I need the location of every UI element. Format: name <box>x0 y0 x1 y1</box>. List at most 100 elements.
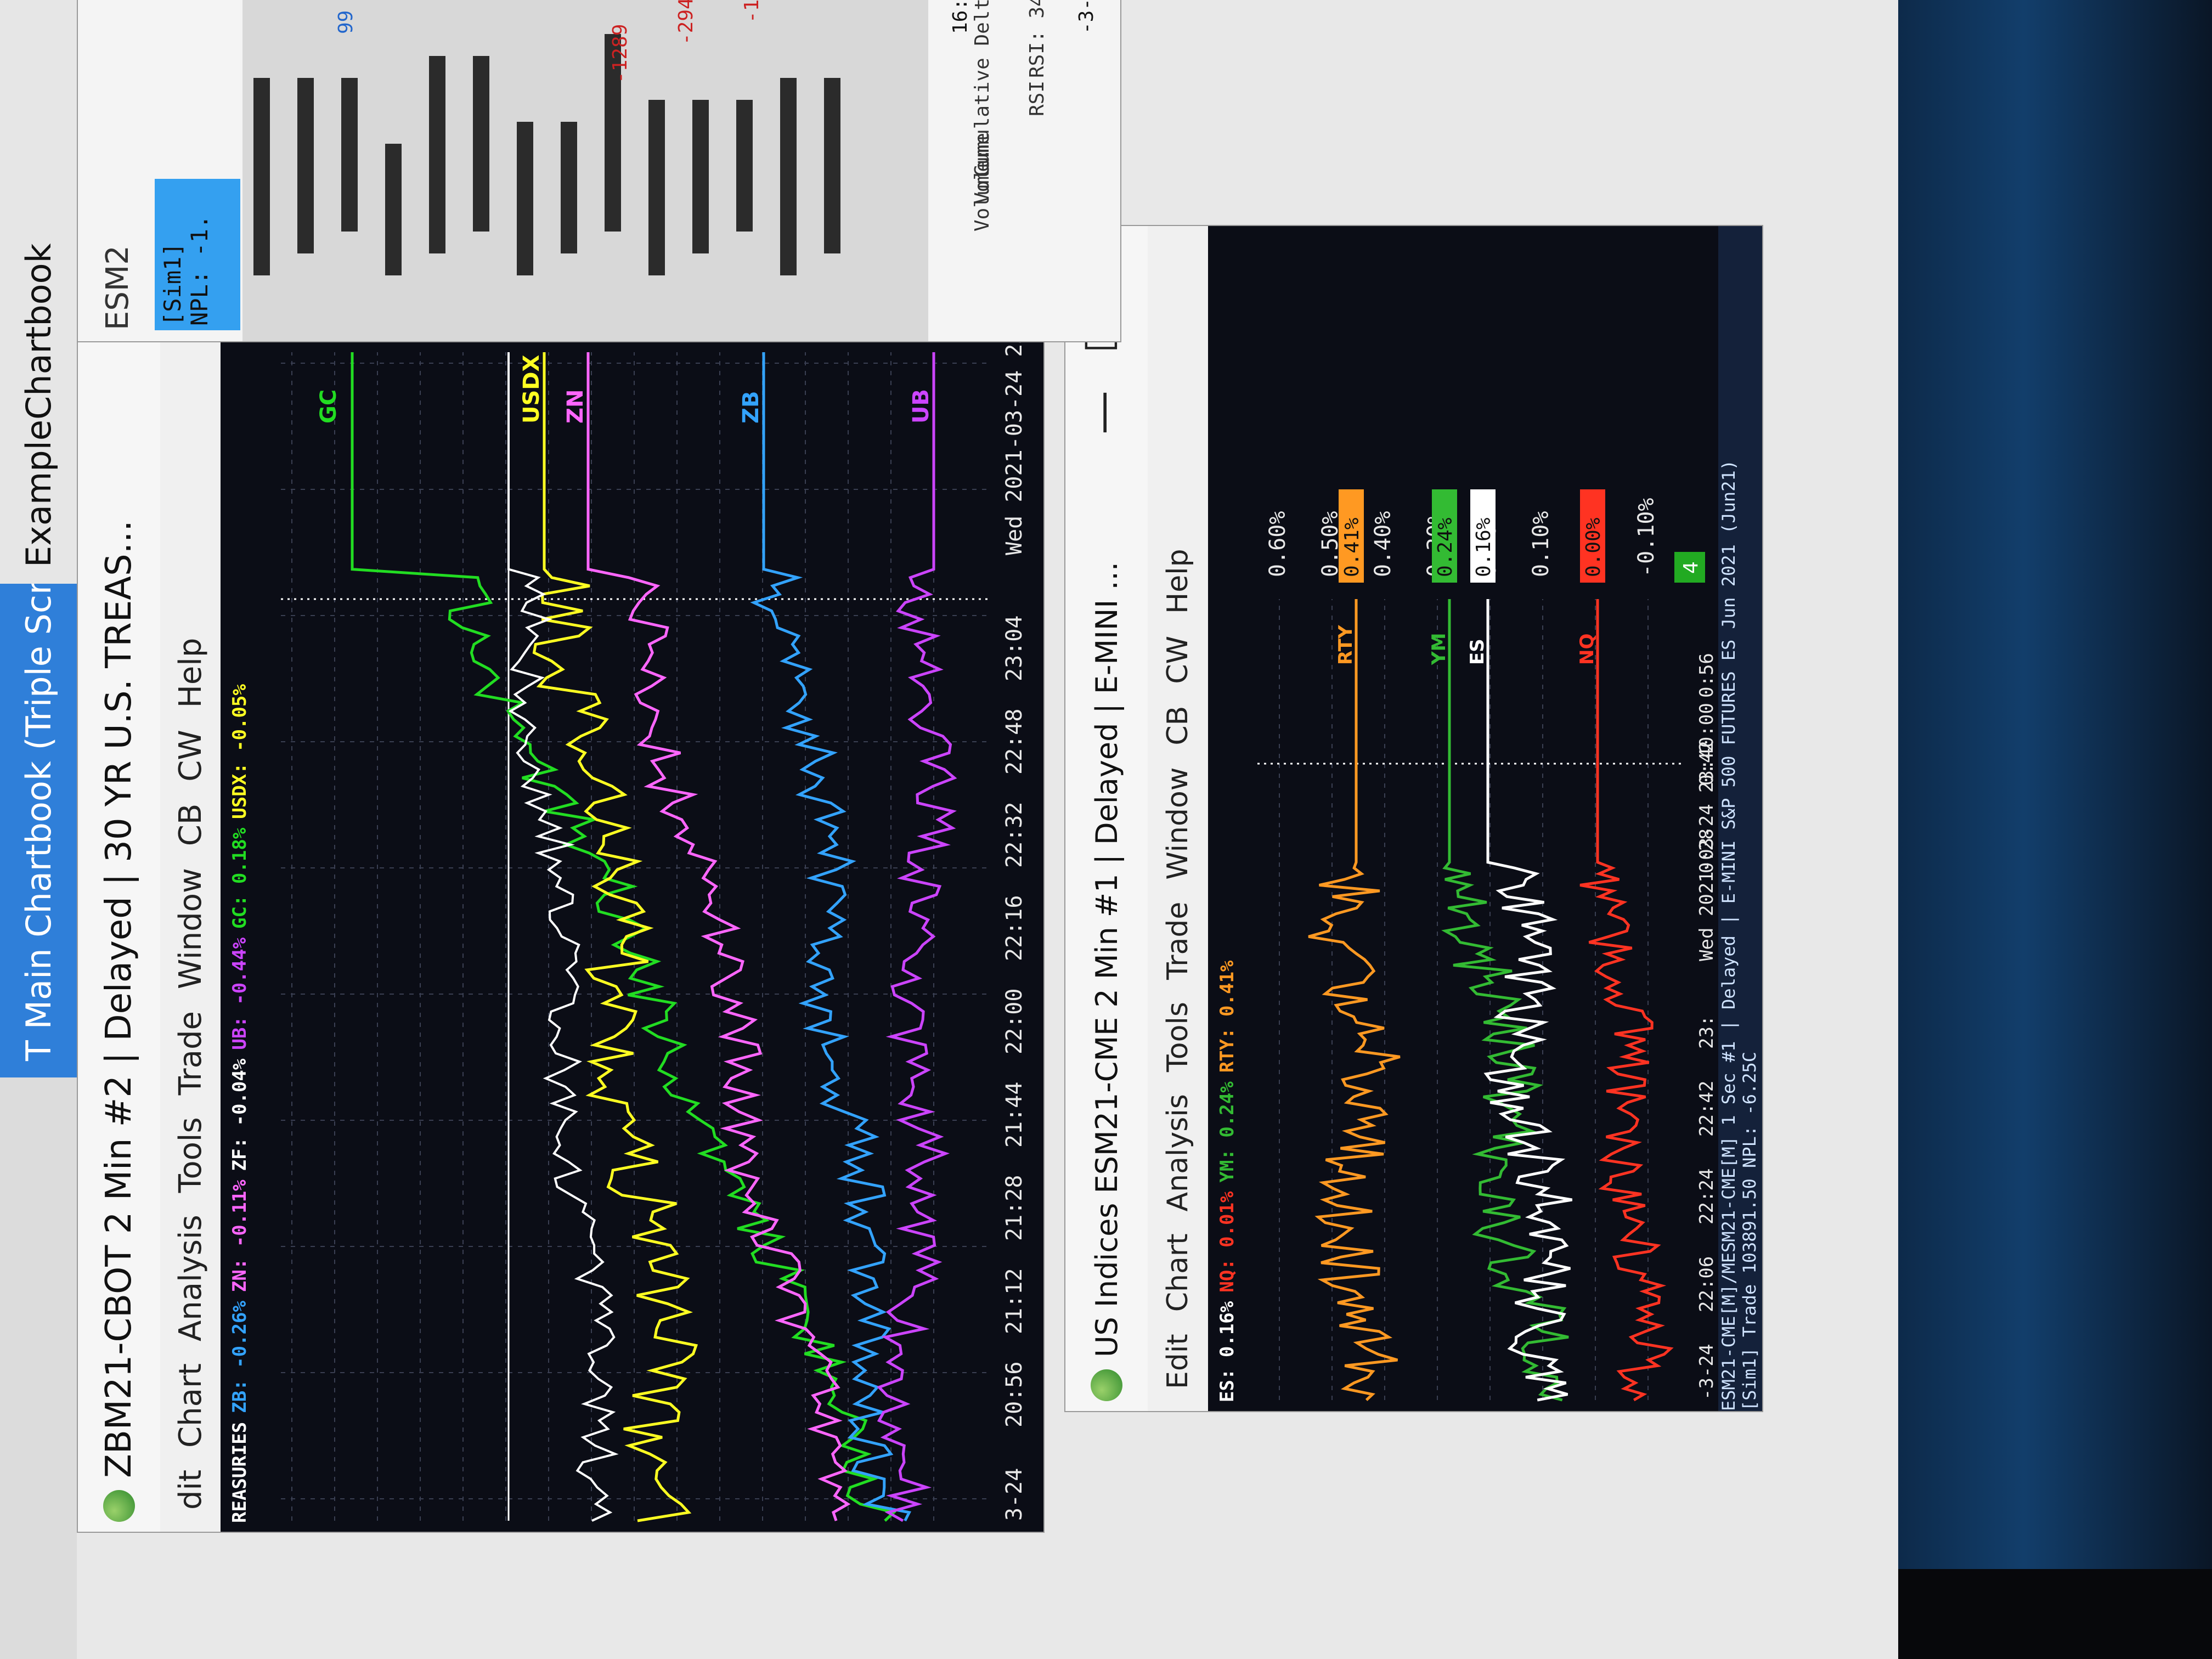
candle-bar <box>429 56 445 253</box>
w2-menu-chart[interactable]: Chart <box>1161 1233 1194 1312</box>
background-monitor-glow <box>1898 0 2212 1659</box>
w1-menu-cb[interactable]: CB <box>173 804 208 847</box>
w1-legend-item-1: ZB: -0.26% <box>229 1301 251 1413</box>
value-tag-text-2: 0.41% <box>1341 517 1363 577</box>
es-chart-label: Cumulative Delta <box>971 0 994 177</box>
series-line-ym <box>1441 599 1569 1402</box>
value-tag-text-2: 0.16% <box>1472 517 1495 577</box>
app-logo-icon <box>103 1490 135 1522</box>
candle-bar <box>736 100 753 232</box>
w1-menu-dit[interactable]: dit <box>173 1470 208 1510</box>
w1-menu-trade[interactable]: Trade <box>173 1011 208 1095</box>
candle-bar <box>473 56 489 232</box>
candle-bar <box>341 78 358 232</box>
status-line-1: ESM21-CME[M]/MESM21-CME[M] 1 Sec #1 | De… <box>1718 460 1739 1411</box>
chart-legend-2: ES: 0.16% NQ: 0.01% YM: 0.24% RTY: 0.41% <box>1208 226 1246 1411</box>
tab-example-chartbook[interactable]: ExampleChartbook <box>0 0 77 584</box>
es-chart-svg: -1289-29499 H-12.8K LLVolumeVolume:Cumul… <box>242 0 1098 341</box>
w2-menu-edit[interactable]: Edit <box>1161 1334 1194 1389</box>
w2-menu-trade[interactable]: Trade <box>1161 902 1194 980</box>
indices-chart-svg: 0.60%0.50%0.40%0.30%0.20%0.10%0.00%-0.10… <box>1257 489 1718 1402</box>
w1-menu-chart[interactable]: Chart <box>173 1363 208 1448</box>
series-line-zf <box>507 352 619 1522</box>
w1-legend-item-4: UB: -0.44% <box>229 937 251 1050</box>
w2-menu-cb[interactable]: CB <box>1161 706 1194 746</box>
x-tick-label: 22:00 <box>1002 989 1027 1054</box>
status-sim: [Sim1] Trade 103891.50 <box>1739 1178 1760 1411</box>
es-chart-label: -3-24 <box>1075 0 1098 34</box>
app-logo-icon-2 <box>1091 1369 1122 1401</box>
x-tick-label-2: 22:42 <box>1696 1081 1718 1137</box>
series-line-usdx <box>532 352 698 1522</box>
status-line-2: [Sim1] Trade 103891.50 NPL: -6.25C <box>1739 226 1760 1411</box>
candle-bar <box>648 100 665 275</box>
w1-menu-cw[interactable]: CW <box>173 730 208 781</box>
indices-plot-area[interactable]: 0.60%0.50%0.40%0.30%0.20%0.10%0.00%-0.10… <box>1246 226 1718 1411</box>
es-chart-label: 99 H <box>335 0 357 34</box>
w2-legend-item-3: RTY: 0.41% <box>1216 960 1238 1073</box>
series-end-label: ZN <box>563 390 588 424</box>
w1-legend-item-0: REASURIES <box>229 1421 251 1523</box>
w2-menu-tools[interactable]: Tools <box>1161 1002 1194 1072</box>
series-end-label-2: ES <box>1466 639 1488 665</box>
candle-bar <box>385 144 402 275</box>
candle-bar <box>824 78 840 253</box>
x-tick-label: 23:04 <box>1002 616 1027 681</box>
es-chart-label: RSI: 34.38 L <box>1026 0 1048 78</box>
status-npl: NPL: -6.25C <box>1739 1051 1760 1168</box>
candle-bar <box>253 78 270 275</box>
x-tick-label: 3-24 <box>1002 1468 1027 1521</box>
x-tick-label-2: 22:06 <box>1696 1256 1718 1312</box>
candle-bar <box>692 100 709 253</box>
window-titlebar-2[interactable]: US Indices ESM21-CME 2 Min #1 | Delayed … <box>1065 226 1148 1411</box>
w1-menu-window[interactable]: Window <box>173 868 208 989</box>
w1-legend-item-3: ZF: -0.04% <box>229 1058 251 1171</box>
series-end-label: GC <box>316 390 341 424</box>
photo-scene: T Main Chartbook (Triple Screen) Example… <box>0 0 2212 1659</box>
w1-menu-help[interactable]: Help <box>173 638 208 708</box>
candle-bar <box>517 122 533 275</box>
series-line-nq <box>1579 599 1674 1402</box>
w2-legend-item-0: ES: 0.16% <box>1216 1301 1238 1402</box>
candle-bar <box>297 78 314 253</box>
w2-menu-cw[interactable]: CW <box>1161 636 1194 684</box>
w2-legend-item-1: NQ: 0.01% <box>1216 1191 1238 1293</box>
series-end-label: UB <box>909 389 934 424</box>
status-bar: ESM21-CME[M]/MESM21-CME[M] 1 Sec #1 | De… <box>1718 226 1762 1411</box>
value-tag-text-2: 0.00% <box>1582 517 1605 577</box>
menu-bar-2: Edit Chart Analysis Tools Trade Window CB CW Hel… <box>1148 226 1208 1411</box>
x-tick-label: 21:28 <box>1002 1175 1027 1241</box>
es-chart-label: -294 <box>675 0 697 45</box>
series-line-gc <box>351 352 897 1522</box>
series-line-ub <box>876 352 957 1522</box>
w2-menu-help[interactable]: Help <box>1161 549 1194 614</box>
chartbook-tab-bar: T Main Chartbook (Triple Screen) Example… <box>0 0 77 1659</box>
w2-menu-window[interactable]: Window <box>1161 768 1194 880</box>
w2-menu-analysis[interactable]: Analysis <box>1161 1094 1194 1211</box>
value-tag-text-2: 0.24% <box>1434 517 1457 577</box>
window-title-2: US Indices ESM21-CME 2 Min #1 | Delayed … <box>1089 562 1124 1357</box>
w1-legend-item-6: USDX: -0.05% <box>229 684 251 819</box>
x-tick-label-2: 23: <box>1696 1015 1718 1049</box>
w1-menu-analysis[interactable]: Analysis <box>173 1215 208 1341</box>
x-tick-label: 21:44 <box>1002 1082 1027 1148</box>
x-tick-label-2: 0:28 <box>1696 828 1718 873</box>
series-end-label-2: NQ <box>1576 634 1598 665</box>
y-tick-label-2: 0.60% <box>1265 511 1290 577</box>
y-tick-label-2: -0.10% <box>1634 498 1659 578</box>
series-end-label: ZB <box>738 391 764 424</box>
series-end-label-2: YM <box>1428 633 1450 665</box>
x-tick-label: 22:16 <box>1002 895 1027 961</box>
minimize-icon-2[interactable]: — <box>1076 391 1127 435</box>
x-tick-label: 22:48 <box>1002 709 1027 775</box>
w1-menu-tools[interactable]: Tools <box>173 1117 208 1193</box>
series-end-label: USDX <box>519 355 544 424</box>
es-chart-label: 16:55 18:35 <box>949 0 972 34</box>
candle-bar <box>780 78 797 275</box>
x-tick-label: 22:32 <box>1002 802 1027 868</box>
monitor-screen: T Main Chartbook (Triple Screen) Example… <box>0 0 1898 1659</box>
us-indices-chart-window: US Indices ESM21-CME 2 Min #1 | Delayed … <box>1064 225 1763 1412</box>
es-chart-label: RSI <box>1026 81 1048 116</box>
es-chart-label: -1289 <box>609 24 631 83</box>
x-tick-label-2: 0:42 <box>1696 741 1718 786</box>
